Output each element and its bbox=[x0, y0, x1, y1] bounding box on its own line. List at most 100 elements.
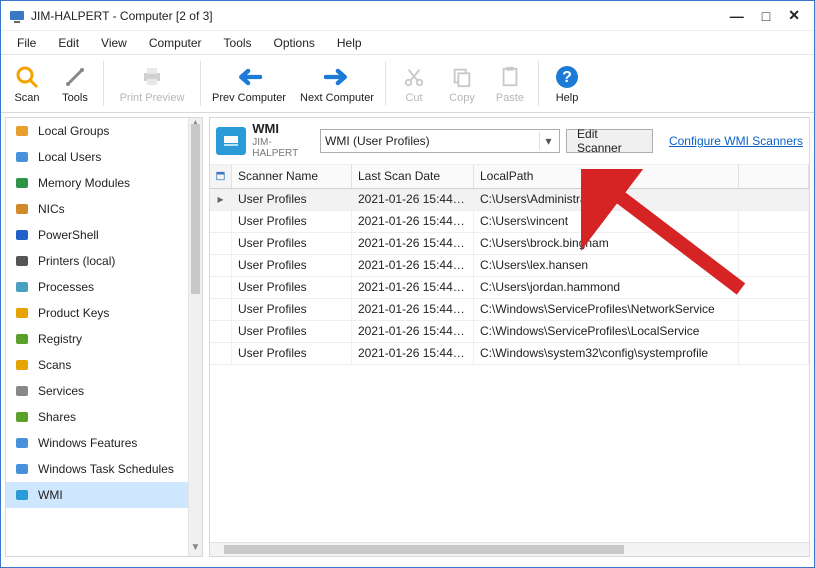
help-button[interactable]: ? Help bbox=[543, 57, 591, 110]
next-computer-button[interactable]: Next Computer bbox=[293, 57, 381, 110]
shares-icon bbox=[14, 409, 30, 425]
sidebar-item-powershell[interactable]: PowerShell bbox=[6, 222, 188, 248]
cell-scanner-name: User Profiles bbox=[232, 189, 352, 210]
col-scanner-name[interactable]: Scanner Name bbox=[232, 165, 352, 188]
h-scroll-thumb[interactable] bbox=[224, 545, 624, 554]
sidebar-item-product-keys[interactable]: Product Keys bbox=[6, 300, 188, 326]
cell-extra bbox=[739, 321, 809, 342]
menu-file[interactable]: File bbox=[7, 33, 46, 53]
cell-localpath: C:\Windows\ServiceProfiles\NetworkServic… bbox=[474, 299, 739, 320]
sidebar-item-windows-task-schedules[interactable]: Windows Task Schedules bbox=[6, 456, 188, 482]
printer-icon bbox=[139, 64, 165, 90]
scans-icon bbox=[14, 357, 30, 373]
arrow-left-icon bbox=[236, 64, 262, 90]
paste-icon bbox=[497, 64, 523, 90]
menu-help[interactable]: Help bbox=[327, 33, 372, 53]
panel-title: WMI bbox=[252, 122, 314, 137]
arrow-right-icon bbox=[324, 64, 350, 90]
row-indicator bbox=[210, 233, 232, 254]
edit-scanner-button[interactable]: Edit Scanner bbox=[566, 129, 653, 153]
table-row[interactable]: User Profiles2021-01-26 15:44:38C:\Users… bbox=[210, 211, 809, 233]
col-extra[interactable] bbox=[739, 165, 809, 188]
cell-scanner-name: User Profiles bbox=[232, 277, 352, 298]
sidebar-item-windows-features[interactable]: Windows Features bbox=[6, 430, 188, 456]
sidebar-item-services[interactable]: Services bbox=[6, 378, 188, 404]
print-preview-button: Print Preview bbox=[108, 57, 196, 110]
scroll-thumb[interactable] bbox=[191, 124, 200, 294]
local-users-icon bbox=[14, 149, 30, 165]
cell-localpath: C:\Windows\ServiceProfiles\LocalService bbox=[474, 321, 739, 342]
sidebar-item-registry[interactable]: Registry bbox=[6, 326, 188, 352]
sidebar-item-label: Product Keys bbox=[38, 306, 109, 320]
nic-icon bbox=[14, 201, 30, 217]
wmi-panel-icon bbox=[216, 127, 246, 155]
menu-tools[interactable]: Tools bbox=[214, 33, 262, 53]
cell-extra bbox=[739, 211, 809, 232]
table-row[interactable]: User Profiles2021-01-26 15:44:38C:\Users… bbox=[210, 255, 809, 277]
product-keys-icon bbox=[14, 305, 30, 321]
menu-options[interactable]: Options bbox=[264, 33, 325, 53]
prev-computer-button[interactable]: Prev Computer bbox=[205, 57, 293, 110]
col-last-scan-date[interactable]: Last Scan Date bbox=[352, 165, 474, 188]
cell-localpath: C:\Users\Administrator bbox=[474, 189, 739, 210]
sidebar-item-memory-modules[interactable]: Memory Modules bbox=[6, 170, 188, 196]
sidebar-item-shares[interactable]: Shares bbox=[6, 404, 188, 430]
configure-wmi-link[interactable]: Configure WMI Scanners bbox=[669, 134, 803, 148]
sidebar-item-label: Scans bbox=[38, 358, 71, 372]
scanner-dropdown[interactable]: WMI (User Profiles) ▾ bbox=[320, 129, 560, 153]
scanner-dropdown-value: WMI (User Profiles) bbox=[325, 134, 430, 148]
processes-icon bbox=[14, 279, 30, 295]
menu-edit[interactable]: Edit bbox=[48, 33, 89, 53]
cell-scanner-name: User Profiles bbox=[232, 233, 352, 254]
content-panel: WMI JIM-HALPERT WMI (User Profiles) ▾ Ed… bbox=[209, 117, 810, 557]
table-row[interactable]: User Profiles2021-01-26 15:44:38C:\Windo… bbox=[210, 299, 809, 321]
row-indicator bbox=[210, 277, 232, 298]
grid-corner-icon[interactable] bbox=[210, 165, 232, 188]
sidebar-item-label: Services bbox=[38, 384, 84, 398]
sidebar-item-printers-local-[interactable]: Printers (local) bbox=[6, 248, 188, 274]
tools-label: Tools bbox=[62, 92, 88, 104]
cell-last-scan-date: 2021-01-26 15:44:38 bbox=[352, 343, 474, 364]
close-button[interactable]: ✕ bbox=[788, 7, 800, 24]
sidebar-item-label: WMI bbox=[38, 488, 63, 502]
grid-body: ▸User Profiles2021-01-26 15:44:38C:\User… bbox=[210, 189, 809, 365]
sidebar-item-label: Windows Task Schedules bbox=[38, 462, 174, 476]
cell-scanner-name: User Profiles bbox=[232, 255, 352, 276]
col-localpath[interactable]: LocalPath bbox=[474, 165, 739, 188]
table-row[interactable]: User Profiles2021-01-26 15:44:38C:\Windo… bbox=[210, 321, 809, 343]
cell-last-scan-date: 2021-01-26 15:44:38 bbox=[352, 233, 474, 254]
titlebar: JIM-HALPERT - Computer [2 of 3] — □ ✕ bbox=[1, 1, 814, 31]
sidebar-item-label: Shares bbox=[38, 410, 76, 424]
sidebar-scrollbar[interactable]: ▲ ▼ bbox=[188, 118, 202, 556]
tools-button[interactable]: Tools bbox=[51, 57, 99, 110]
scroll-down-icon[interactable]: ▼ bbox=[189, 542, 202, 556]
content-header: WMI JIM-HALPERT WMI (User Profiles) ▾ Ed… bbox=[210, 118, 809, 165]
table-row[interactable]: User Profiles2021-01-26 15:44:38C:\Windo… bbox=[210, 343, 809, 365]
sidebar-item-nics[interactable]: NICs bbox=[6, 196, 188, 222]
scan-button[interactable]: Scan bbox=[3, 57, 51, 110]
cell-localpath: C:\Users\vincent bbox=[474, 211, 739, 232]
sidebar-item-local-users[interactable]: Local Users bbox=[6, 144, 188, 170]
table-row[interactable]: User Profiles2021-01-26 15:44:38C:\Users… bbox=[210, 233, 809, 255]
horizontal-scrollbar[interactable] bbox=[210, 542, 809, 556]
table-row[interactable]: User Profiles2021-01-26 15:44:38C:\Users… bbox=[210, 277, 809, 299]
menu-computer[interactable]: Computer bbox=[139, 33, 212, 53]
grid-header: Scanner Name Last Scan Date LocalPath bbox=[210, 165, 809, 189]
sidebar-list[interactable]: Local GroupsLocal UsersMemory ModulesNIC… bbox=[6, 118, 188, 556]
sidebar-item-wmi[interactable]: WMI bbox=[6, 482, 188, 508]
minimize-button[interactable]: — bbox=[730, 8, 744, 24]
sidebar-item-scans[interactable]: Scans bbox=[6, 352, 188, 378]
table-row[interactable]: ▸User Profiles2021-01-26 15:44:38C:\User… bbox=[210, 189, 809, 211]
cut-button: Cut bbox=[390, 57, 438, 110]
sidebar-item-processes[interactable]: Processes bbox=[6, 274, 188, 300]
maximize-button[interactable]: □ bbox=[762, 8, 770, 24]
local-groups-icon bbox=[14, 123, 30, 139]
menu-view[interactable]: View bbox=[91, 33, 137, 53]
cell-scanner-name: User Profiles bbox=[232, 343, 352, 364]
cell-last-scan-date: 2021-01-26 15:44:38 bbox=[352, 255, 474, 276]
cell-scanner-name: User Profiles bbox=[232, 211, 352, 232]
chevron-down-icon[interactable]: ▾ bbox=[539, 132, 557, 150]
registry-icon bbox=[14, 331, 30, 347]
sidebar-item-local-groups[interactable]: Local Groups bbox=[6, 118, 188, 144]
cell-extra bbox=[739, 255, 809, 276]
